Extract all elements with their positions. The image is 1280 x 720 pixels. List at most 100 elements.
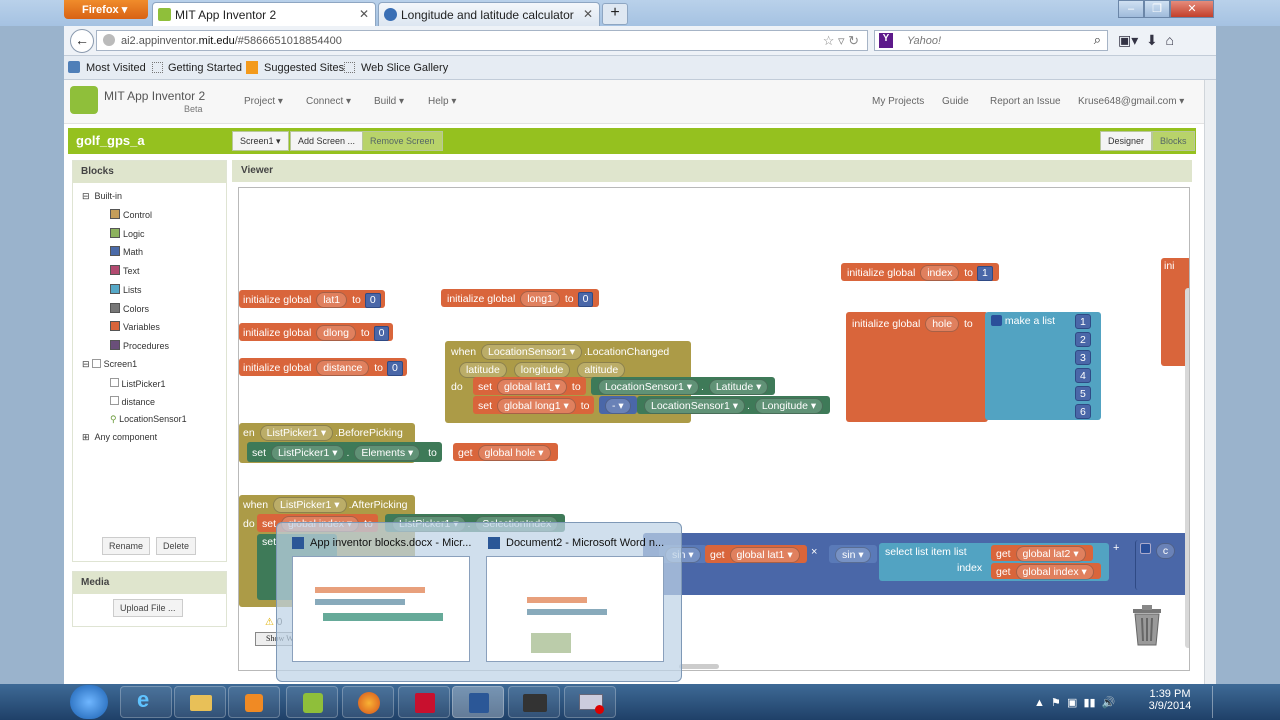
- firefox-icon[interactable]: [342, 686, 394, 718]
- upload-file-button[interactable]: Upload File ...: [113, 599, 183, 617]
- var-dropdown[interactable]: global hole ▾: [477, 445, 551, 461]
- bookmark-suggested-sites[interactable]: Suggested Sites: [264, 62, 344, 74]
- rename-button[interactable]: Rename: [102, 537, 151, 555]
- tab-longitude-calculator[interactable]: Longitude and latitude calculator ✕: [378, 2, 600, 26]
- set-elements-block[interactable]: set ListPicker1 ▾. Elements ▾ to: [247, 442, 442, 462]
- gear-icon[interactable]: [1140, 543, 1151, 554]
- tree-item-procedures[interactable]: Procedures: [110, 339, 169, 351]
- get-lat2-block[interactable]: get global lat2 ▾: [991, 545, 1093, 562]
- component-dropdown[interactable]: LocationSensor1 ▾: [598, 379, 699, 395]
- init-distance-block[interactable]: initialize global distance to 0: [239, 358, 407, 376]
- screen-select-button[interactable]: Screen1 ▾: [232, 131, 289, 151]
- var-dropdown[interactable]: global lat2 ▾: [1015, 546, 1086, 562]
- tree-listpicker1[interactable]: ListPicker1: [110, 378, 166, 389]
- app-inventor-task-icon[interactable]: [286, 686, 338, 718]
- screen-recorder-icon[interactable]: [564, 686, 616, 718]
- component-dropdown[interactable]: ListPicker1 ▾: [259, 425, 334, 441]
- bookmark-star-icon[interactable]: ☆ ▿ ↻: [823, 33, 859, 49]
- list-item-number[interactable]: 6: [1075, 404, 1091, 419]
- toolbar-icons[interactable]: ▣▾ ⬇ ⌂: [1118, 32, 1174, 49]
- designer-button[interactable]: Designer: [1100, 131, 1153, 151]
- var-name[interactable]: index: [920, 265, 960, 281]
- menu-my-projects[interactable]: My Projects: [872, 96, 924, 107]
- number-value[interactable]: 1: [977, 266, 993, 281]
- gear-icon[interactable]: [991, 315, 1002, 326]
- sin-block-2[interactable]: sin ▾: [829, 545, 877, 563]
- var-dropdown[interactable]: global index ▾: [1015, 564, 1094, 580]
- init-index-block[interactable]: initialize global index to 1: [841, 263, 999, 281]
- close-icon[interactable]: ✕: [583, 7, 593, 21]
- var-name[interactable]: dlong: [316, 325, 356, 341]
- var-dropdown[interactable]: global lat1 ▾: [729, 547, 800, 563]
- menu-project[interactable]: Project ▾: [244, 96, 283, 107]
- number-value[interactable]: 0: [387, 361, 403, 376]
- menu-help[interactable]: Help ▾: [428, 96, 456, 107]
- show-desktop-button[interactable]: [1212, 686, 1220, 718]
- set-lat1-block[interactable]: set global lat1 ▾ to: [473, 377, 586, 395]
- preview-thumbnail-1[interactable]: [292, 556, 470, 662]
- pdf-reader-icon[interactable]: [398, 686, 450, 718]
- menu-build[interactable]: Build ▾: [374, 96, 404, 107]
- init-long1-block[interactable]: initialize global long1 to 0: [441, 289, 600, 307]
- param-altitude[interactable]: altitude: [577, 362, 626, 378]
- menu-report-issue[interactable]: Report an Issue: [990, 96, 1061, 107]
- minus-block[interactable]: - ▾: [599, 396, 637, 414]
- get-index-block[interactable]: get global index ▾: [991, 563, 1101, 580]
- tree-item-colors[interactable]: Colors: [110, 302, 149, 314]
- firefox-menu-button[interactable]: Firefox ▾: [64, 0, 148, 19]
- preview-title-2[interactable]: Document2 - Microsoft Word n...: [506, 537, 664, 549]
- system-clock[interactable]: 1:39 PM 3/9/2014: [1142, 688, 1198, 712]
- property-dropdown[interactable]: Longitude ▾: [754, 398, 824, 414]
- url-bar[interactable]: ai2.appinventor.mit.edu/#586665101885440…: [96, 30, 868, 51]
- menu-connect[interactable]: Connect ▾: [306, 96, 351, 107]
- sensor-latitude-getter[interactable]: LocationSensor1 ▾. Latitude ▾: [591, 377, 776, 395]
- var-name[interactable]: lat1: [316, 292, 348, 308]
- component-dropdown[interactable]: ListPicker1 ▾: [270, 445, 345, 461]
- remove-screen-button[interactable]: Remove Screen: [362, 131, 443, 151]
- system-tray-icons[interactable]: ▲ ⚑ ▣ ▮▮ 🔊: [1034, 696, 1115, 709]
- var-name[interactable]: distance: [316, 360, 370, 376]
- list-item-number[interactable]: 3: [1075, 350, 1091, 365]
- property-dropdown[interactable]: Elements ▾: [354, 445, 421, 461]
- add-block[interactable]: c: [1135, 540, 1189, 590]
- tab-mit-app-inventor[interactable]: MIT App Inventor 2 ✕: [152, 2, 376, 26]
- number-value[interactable]: 0: [373, 326, 390, 341]
- get-lat1-block[interactable]: get global lat1 ▾: [705, 545, 807, 563]
- bookmark-most-visited[interactable]: Most Visited: [86, 62, 146, 74]
- bookmark-web-slice-gallery[interactable]: Web Slice Gallery: [361, 62, 448, 74]
- number-value[interactable]: 0: [577, 292, 594, 307]
- var-dropdown[interactable]: global lat1 ▾: [496, 379, 567, 395]
- list-item-number[interactable]: 5: [1075, 386, 1091, 401]
- tree-item-math[interactable]: Math: [110, 246, 143, 257]
- get-hole-block[interactable]: get global hole ▾: [453, 443, 558, 461]
- property-dropdown[interactable]: Latitude ▾: [708, 379, 769, 395]
- page-scrollbar[interactable]: [1204, 80, 1216, 684]
- init-lat1-block[interactable]: initialize global lat1 to 0: [239, 290, 385, 308]
- param-longitude[interactable]: longitude: [513, 362, 571, 378]
- list-item-number[interactable]: 1: [1075, 314, 1091, 329]
- bookmark-getting-started[interactable]: Getting Started: [168, 62, 242, 74]
- function-dropdown[interactable]: sin ▾: [835, 547, 871, 563]
- list-item-number[interactable]: 2: [1075, 332, 1091, 347]
- init-dlong-block[interactable]: initialize global dlong to 0: [239, 323, 394, 341]
- tree-distance[interactable]: distance: [110, 396, 155, 407]
- component-dropdown[interactable]: ListPicker1 ▾: [273, 497, 347, 513]
- var-name[interactable]: long1: [520, 291, 560, 307]
- preview-thumbnail-2[interactable]: [486, 556, 664, 662]
- maximize-icon[interactable]: ❐: [1144, 0, 1170, 18]
- number-value[interactable]: 0: [364, 293, 381, 308]
- tree-locationsensor1[interactable]: ⚲ LocationSensor1: [110, 414, 187, 425]
- media-player-icon[interactable]: [228, 686, 280, 718]
- component-dropdown[interactable]: LocationSensor1 ▾: [644, 398, 745, 414]
- tree-item-lists[interactable]: Lists: [110, 283, 142, 295]
- windows-start-icon[interactable]: [70, 685, 108, 719]
- search-input[interactable]: Y Yahoo! ⌕: [874, 30, 1108, 51]
- trash-icon[interactable]: [1130, 603, 1164, 647]
- var-dropdown[interactable]: global long1 ▾: [496, 398, 576, 414]
- folder-icon[interactable]: [174, 686, 226, 718]
- search-icon[interactable]: ⌕: [1094, 32, 1101, 48]
- workspace-hscroll[interactable]: [679, 664, 719, 669]
- tree-item-text[interactable]: Text: [110, 265, 140, 276]
- video-editor-icon[interactable]: [508, 686, 560, 718]
- close-window-icon[interactable]: ✕: [1170, 0, 1214, 18]
